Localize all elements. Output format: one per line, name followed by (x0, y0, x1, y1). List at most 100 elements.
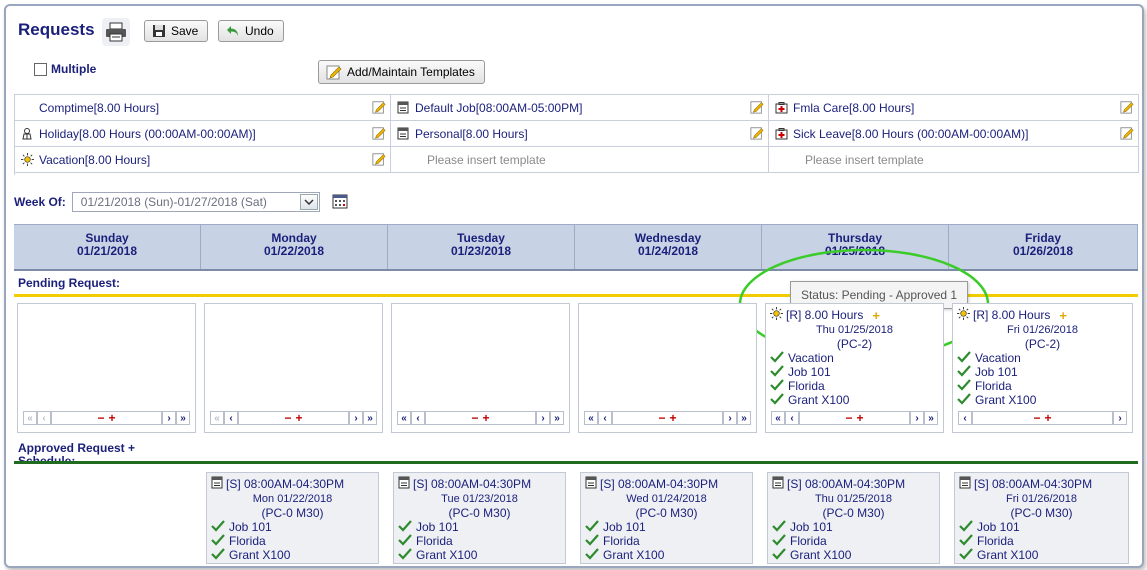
card-item: Grant X100 (766, 392, 943, 407)
edit-icon[interactable] (750, 100, 764, 117)
next-page-icon[interactable]: › (1113, 411, 1127, 425)
check-icon (398, 519, 412, 535)
card-item-label: Vacation (788, 351, 834, 365)
day-header-tuesday: Tuesday 01/23/2018 (388, 225, 575, 269)
add-icon[interactable]: + (483, 411, 490, 425)
card-item: Job 101 (955, 519, 1128, 534)
remove-icon[interactable]: − (1033, 411, 1040, 425)
approved-schedule-card[interactable]: [S] 08:00AM-04:30PM Tue 01/23/2018 (PC-0 M… (393, 472, 566, 564)
card-head-text: [R] 8.00 Hours (786, 308, 864, 322)
add-icon[interactable]: + (1045, 411, 1052, 425)
template-item[interactable]: Vacation[8.00 Hours] (15, 147, 391, 173)
pending-day-cell: «‹ − + ›» (578, 303, 757, 433)
approved-schedule-card[interactable]: [S] 08:00AM-04:30PM Thu 01/25/2018 (PC-0 M… (767, 472, 940, 564)
add-icon[interactable]: + (670, 411, 677, 425)
remove-icon[interactable]: − (471, 411, 478, 425)
template-item[interactable]: Fmla Care[8.00 Hours] (769, 95, 1139, 121)
next-page-icon[interactable]: › (723, 411, 737, 425)
edit-icon[interactable] (1120, 100, 1134, 117)
template-item[interactable]: Default Job[08:00AM-05:00PM] (391, 95, 769, 121)
holiday-icon (19, 127, 35, 140)
remove-icon[interactable]: − (97, 411, 104, 425)
next-page-icon[interactable]: › (910, 411, 924, 425)
check-icon (211, 547, 225, 563)
multiple-option[interactable]: Multiple (34, 62, 96, 76)
template-item[interactable]: Sick Leave[8.00 Hours (00:00AM-00:00AM)] (769, 121, 1139, 147)
day-date: 01/25/2018 (824, 244, 886, 258)
approved-schedule-card[interactable]: [S] 08:00AM-04:30PM Fri 01/26/2018 (PC-0 M… (954, 472, 1129, 564)
sun-icon (957, 307, 970, 323)
card-head-text: [S] 08:00AM-04:30PM (600, 477, 719, 491)
card-head-text: [S] 08:00AM-04:30PM (226, 477, 345, 491)
template-label: Holiday[8.00 Hours (00:00AM-00:00AM)] (39, 126, 256, 141)
edit-icon[interactable] (372, 126, 386, 143)
edit-icon[interactable] (372, 152, 386, 169)
card-item-label: Florida (977, 534, 1014, 548)
week-dropdown[interactable]: 01/21/2018 (Sun)-01/27/2018 (Sat) (71, 192, 320, 212)
prev-page-icon[interactable]: ‹ (598, 411, 612, 425)
card-item: Florida (768, 533, 939, 548)
pending-request-card[interactable]: [R] 8.00 Hours + Fri 01/26/2018 (PC-2) Vacat… (953, 304, 1132, 407)
calendar-icon[interactable] (332, 193, 348, 212)
undo-label: Undo (245, 24, 274, 38)
first-page-icon[interactable]: « (397, 411, 411, 425)
card-head-text: [S] 08:00AM-04:30PM (413, 477, 532, 491)
card-item: Job 101 (766, 364, 943, 379)
card-item: Grant X100 (207, 547, 378, 563)
check-icon (211, 533, 225, 549)
first-page-icon[interactable]: « (771, 411, 785, 425)
template-placeholder[interactable]: Please insert template (769, 147, 1139, 173)
add-icon[interactable]: + (872, 308, 880, 323)
approved-schedule-card[interactable]: [S] 08:00AM-04:30PM Mon 01/22/2018 (PC-0 M… (206, 472, 379, 564)
card-item-label: Job 101 (416, 520, 459, 534)
day-header-wednesday: Wednesday 01/24/2018 (575, 225, 762, 269)
edit-icon[interactable] (1120, 126, 1134, 143)
remove-icon[interactable]: − (658, 411, 665, 425)
next-page-icon[interactable]: › (349, 411, 363, 425)
edit-icon[interactable] (372, 100, 386, 117)
next-page-icon[interactable]: › (536, 411, 550, 425)
add-icon[interactable]: + (296, 411, 303, 425)
last-page-icon[interactable]: » (737, 411, 751, 425)
last-page-icon[interactable]: » (176, 411, 190, 425)
card-item: Job 101 (768, 519, 939, 534)
pending-divider (14, 294, 1138, 297)
add-maintain-templates-button[interactable]: Add/Maintain Templates (318, 60, 485, 84)
printer-icon (106, 22, 126, 42)
next-page-icon[interactable]: › (162, 411, 176, 425)
prev-page-icon[interactable]: ‹ (224, 411, 238, 425)
undo-button[interactable]: Undo (218, 20, 284, 42)
approved-schedule-card[interactable]: [S] 08:00AM-04:30PM Wed 01/24/2018 (PC-0 M… (580, 472, 753, 564)
pending-request-card[interactable]: [R] 8.00 Hours + Thu 01/25/2018 (PC-2) Vacat… (766, 304, 943, 407)
prev-page-icon[interactable]: ‹ (37, 411, 51, 425)
prev-page-icon[interactable]: ‹ (958, 411, 972, 425)
add-remove-controls: − + (238, 411, 349, 425)
last-page-icon[interactable]: » (550, 411, 564, 425)
add-icon[interactable]: + (857, 411, 864, 425)
template-label: Please insert template (427, 152, 546, 167)
template-item[interactable]: Comptime[8.00 Hours] (15, 95, 391, 121)
template-item[interactable]: Holiday[8.00 Hours (00:00AM-00:00AM)] (15, 121, 391, 147)
multiple-checkbox[interactable] (34, 62, 47, 76)
template-grid: Comptime[8.00 Hours] Default Job[08:00AM-… (14, 94, 1139, 175)
add-icon[interactable]: + (1059, 308, 1067, 323)
remove-icon[interactable]: − (284, 411, 291, 425)
print-button[interactable] (102, 18, 130, 46)
last-page-icon[interactable]: » (924, 411, 938, 425)
template-item[interactable]: Personal[8.00 Hours] (391, 121, 769, 147)
prev-page-icon[interactable]: ‹ (411, 411, 425, 425)
chevron-down-icon[interactable] (299, 194, 318, 210)
last-page-icon[interactable]: » (363, 411, 377, 425)
card-item-label: Job 101 (790, 520, 833, 534)
check-icon (959, 547, 973, 563)
first-page-icon[interactable]: « (23, 411, 37, 425)
first-page-icon[interactable]: « (210, 411, 224, 425)
template-placeholder[interactable]: Please insert template (391, 147, 769, 173)
first-page-icon[interactable]: « (584, 411, 598, 425)
pending-nav: «‹ − + ›» (584, 410, 751, 426)
add-icon[interactable]: + (109, 411, 116, 425)
remove-icon[interactable]: − (845, 411, 852, 425)
save-button[interactable]: Save (144, 20, 208, 42)
edit-icon[interactable] (750, 126, 764, 143)
prev-page-icon[interactable]: ‹ (785, 411, 799, 425)
